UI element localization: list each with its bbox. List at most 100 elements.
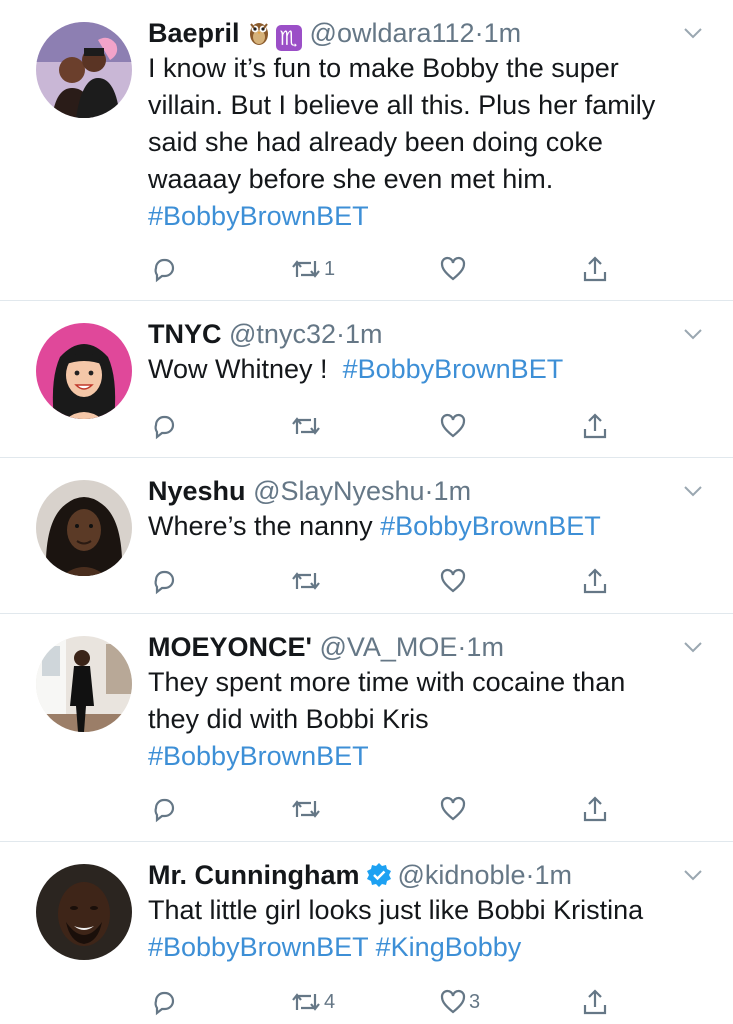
share-button[interactable] <box>581 987 609 1017</box>
avatar[interactable] <box>36 636 132 732</box>
avatar[interactable] <box>36 480 132 576</box>
tweet[interactable]: Mr. Cunningham @kidnoble·1m That little g… <box>0 842 733 1024</box>
tweet[interactable]: Nyeshu @SlayNyeshu·1m Where’s the nanny … <box>0 458 733 614</box>
retweet-button[interactable] <box>290 411 324 441</box>
reply-button[interactable] <box>150 987 178 1017</box>
display-name[interactable]: MOEYONCE' <box>148 632 312 662</box>
text-line: said she had already been doing coke <box>148 127 603 157</box>
tweet[interactable]: MOEYONCE' @VA_MOE·1m They spent more tim… <box>0 614 733 842</box>
separator-dot: · <box>474 18 484 48</box>
like-button[interactable] <box>439 794 469 824</box>
tweet-actions: 1 <box>0 254 733 284</box>
tweet-header: Mr. Cunningham @kidnoble·1m <box>148 858 572 896</box>
tweet-text: Where’s the nanny #BobbyBrownBET <box>148 508 708 545</box>
share-button[interactable] <box>581 794 609 824</box>
timestamp[interactable]: 1m <box>466 632 504 662</box>
user-handle: @kidnoble <box>397 860 526 890</box>
retweet-button[interactable] <box>290 566 324 596</box>
reply-button[interactable] <box>150 254 178 284</box>
retweet-button[interactable]: 1 <box>290 254 335 284</box>
user-handle: @owldara112 <box>309 18 475 48</box>
tweet-header: MOEYONCE' @VA_MOE·1m <box>148 630 504 664</box>
retweet-count: 4 <box>324 990 336 1013</box>
user-handle: @tnyc32 <box>229 319 336 349</box>
retweet-button[interactable]: 4 <box>290 987 335 1017</box>
tweet-text: That little girl looks just like Bobbi K… <box>148 892 708 966</box>
display-name[interactable]: Baepril <box>148 18 240 48</box>
display-name[interactable]: Mr. Cunningham <box>148 860 360 890</box>
timestamp[interactable]: 1m <box>535 860 573 890</box>
hashtag-link[interactable]: #KingBobby <box>376 932 522 962</box>
user-handle: @SlayNyeshu <box>253 476 425 506</box>
tweet-actions <box>0 794 733 824</box>
timestamp[interactable]: 1m <box>434 476 472 506</box>
hashtag-link[interactable]: #BobbyBrownBET <box>148 741 369 771</box>
retweet-icon <box>292 572 320 590</box>
hashtag-link[interactable]: #BobbyBrownBET <box>343 354 564 384</box>
text-content: Wow Whitney ! <box>148 354 328 384</box>
like-count: 3 <box>469 990 481 1013</box>
like-icon <box>440 796 466 821</box>
tweet-actions <box>0 411 733 441</box>
display-name[interactable]: TNYC <box>148 319 222 349</box>
avatar[interactable] <box>36 864 132 960</box>
hashtag-link[interactable]: #BobbyBrownBET <box>380 511 601 541</box>
tweet-header: TNYC @tnyc32·1m <box>148 317 383 351</box>
like-button[interactable] <box>439 411 469 441</box>
retweet-icon <box>292 800 320 818</box>
tweet[interactable]: TNYC @tnyc32·1m Wow Whitney ! #BobbyBrow… <box>0 301 733 458</box>
separator-dot: · <box>525 860 535 890</box>
share-icon <box>583 796 607 822</box>
avatar[interactable] <box>36 323 132 419</box>
share-button[interactable] <box>581 254 609 284</box>
tweet-header: Baepril ♏ @owldara112·1m <box>148 16 521 54</box>
separator-dot: · <box>424 476 434 506</box>
text-line: they did with Bobbi Kris <box>148 704 429 734</box>
reply-icon <box>154 415 175 440</box>
retweet-count: 1 <box>324 257 336 280</box>
display-name[interactable]: Nyeshu <box>148 476 246 506</box>
retweet-icon <box>292 260 320 278</box>
share-icon <box>583 256 607 282</box>
reply-button[interactable] <box>150 566 178 596</box>
avatar[interactable] <box>36 22 132 118</box>
like-icon <box>440 256 466 281</box>
text-line: I know it’s fun to make Bobby the super <box>148 53 619 83</box>
hashtag-link[interactable]: #BobbyBrownBET <box>148 201 369 231</box>
timestamp[interactable]: 1m <box>345 319 383 349</box>
text-line: waaaay before she even met him. <box>148 164 554 194</box>
chevron-down-icon[interactable] <box>683 327 703 345</box>
like-icon <box>440 568 466 593</box>
reply-button[interactable] <box>150 794 178 824</box>
user-handle: @VA_MOE <box>319 632 458 662</box>
tweet[interactable]: Baepril ♏ @owldara112·1m I know it’s fun t… <box>0 0 733 301</box>
like-button[interactable]: 3 <box>439 987 480 1017</box>
hashtag-link[interactable]: #BobbyBrownBET <box>148 932 368 962</box>
like-button[interactable] <box>439 566 469 596</box>
reply-button[interactable] <box>150 411 178 441</box>
share-icon <box>583 989 607 1015</box>
text-line: They spent more time with cocaine than <box>148 667 626 697</box>
chevron-down-icon[interactable] <box>683 26 703 44</box>
separator-dot: · <box>335 319 345 349</box>
timestamp[interactable]: 1m <box>484 18 522 48</box>
like-icon <box>440 413 466 438</box>
tweet-actions <box>0 566 733 596</box>
retweet-icon <box>292 417 320 435</box>
tweet-text: Wow Whitney ! #BobbyBrownBET <box>148 351 708 388</box>
verified-badge-icon <box>366 862 392 896</box>
share-button[interactable] <box>581 566 609 596</box>
tweet-actions: 4 3 <box>0 987 733 1017</box>
reply-icon <box>154 991 175 1016</box>
reply-icon <box>154 798 175 823</box>
tweet-feed: Baepril ♏ @owldara112·1m I know it’s fun t… <box>0 0 733 1024</box>
chevron-down-icon[interactable] <box>683 640 703 658</box>
share-button[interactable] <box>581 411 609 441</box>
tweet-text: They spent more time with cocaine than t… <box>148 664 708 775</box>
chevron-down-icon[interactable] <box>683 868 703 886</box>
share-icon <box>583 413 607 439</box>
retweet-button[interactable] <box>290 794 324 824</box>
retweet-icon <box>292 993 320 1011</box>
like-button[interactable] <box>439 254 469 284</box>
chevron-down-icon[interactable] <box>683 484 703 502</box>
